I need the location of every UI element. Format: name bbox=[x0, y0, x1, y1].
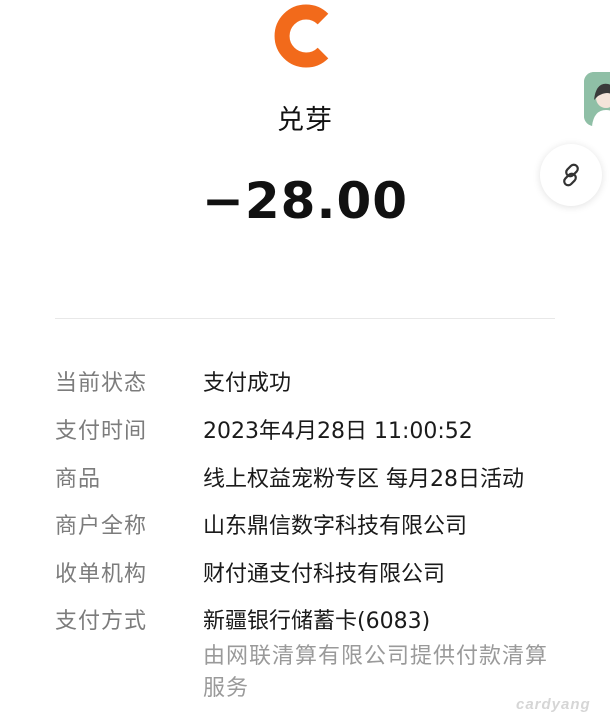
payment-time-label: 支付时间 bbox=[55, 419, 148, 444]
clearing-note: 由网联清算有限公司提供付款清算服务 bbox=[203, 644, 549, 701]
divider bbox=[55, 318, 555, 319]
payment-method-value: 新疆银行储蓄卡(6083) bbox=[203, 609, 431, 634]
status-value: 支付成功 bbox=[203, 371, 292, 396]
payment-time-value: 2023年4月28日 11:00:52 bbox=[203, 419, 473, 444]
payment-method-label: 支付方式 bbox=[55, 609, 148, 634]
merchant-fullname-value[interactable]: 山东鼎信数字科技有限公司 bbox=[203, 508, 467, 540]
merchant-logo-icon bbox=[272, 2, 340, 70]
merchant-fullname-label: 商户全称 bbox=[55, 514, 148, 539]
link-icon bbox=[563, 163, 579, 187]
status-label: 当前状态 bbox=[55, 371, 148, 396]
product-label: 商品 bbox=[55, 467, 102, 492]
acquirer-label: 收单机构 bbox=[55, 562, 148, 587]
merchant-name: 兑芽 bbox=[277, 105, 333, 136]
payment-amount: −28.00 bbox=[201, 172, 409, 230]
acquirer-value: 财付通支付科技有限公司 bbox=[203, 562, 446, 587]
watermark: cardyang bbox=[516, 696, 591, 713]
avatar-icon[interactable] bbox=[584, 72, 610, 126]
link-button[interactable] bbox=[540, 144, 602, 206]
payment-detail-page: 兑芽 −28.00 当前状态 支付成功 支付时间 2023年4月28日 11:0… bbox=[0, 0, 610, 720]
product-value: 线上权益宠粉专区 每月28日活动 bbox=[203, 467, 524, 492]
